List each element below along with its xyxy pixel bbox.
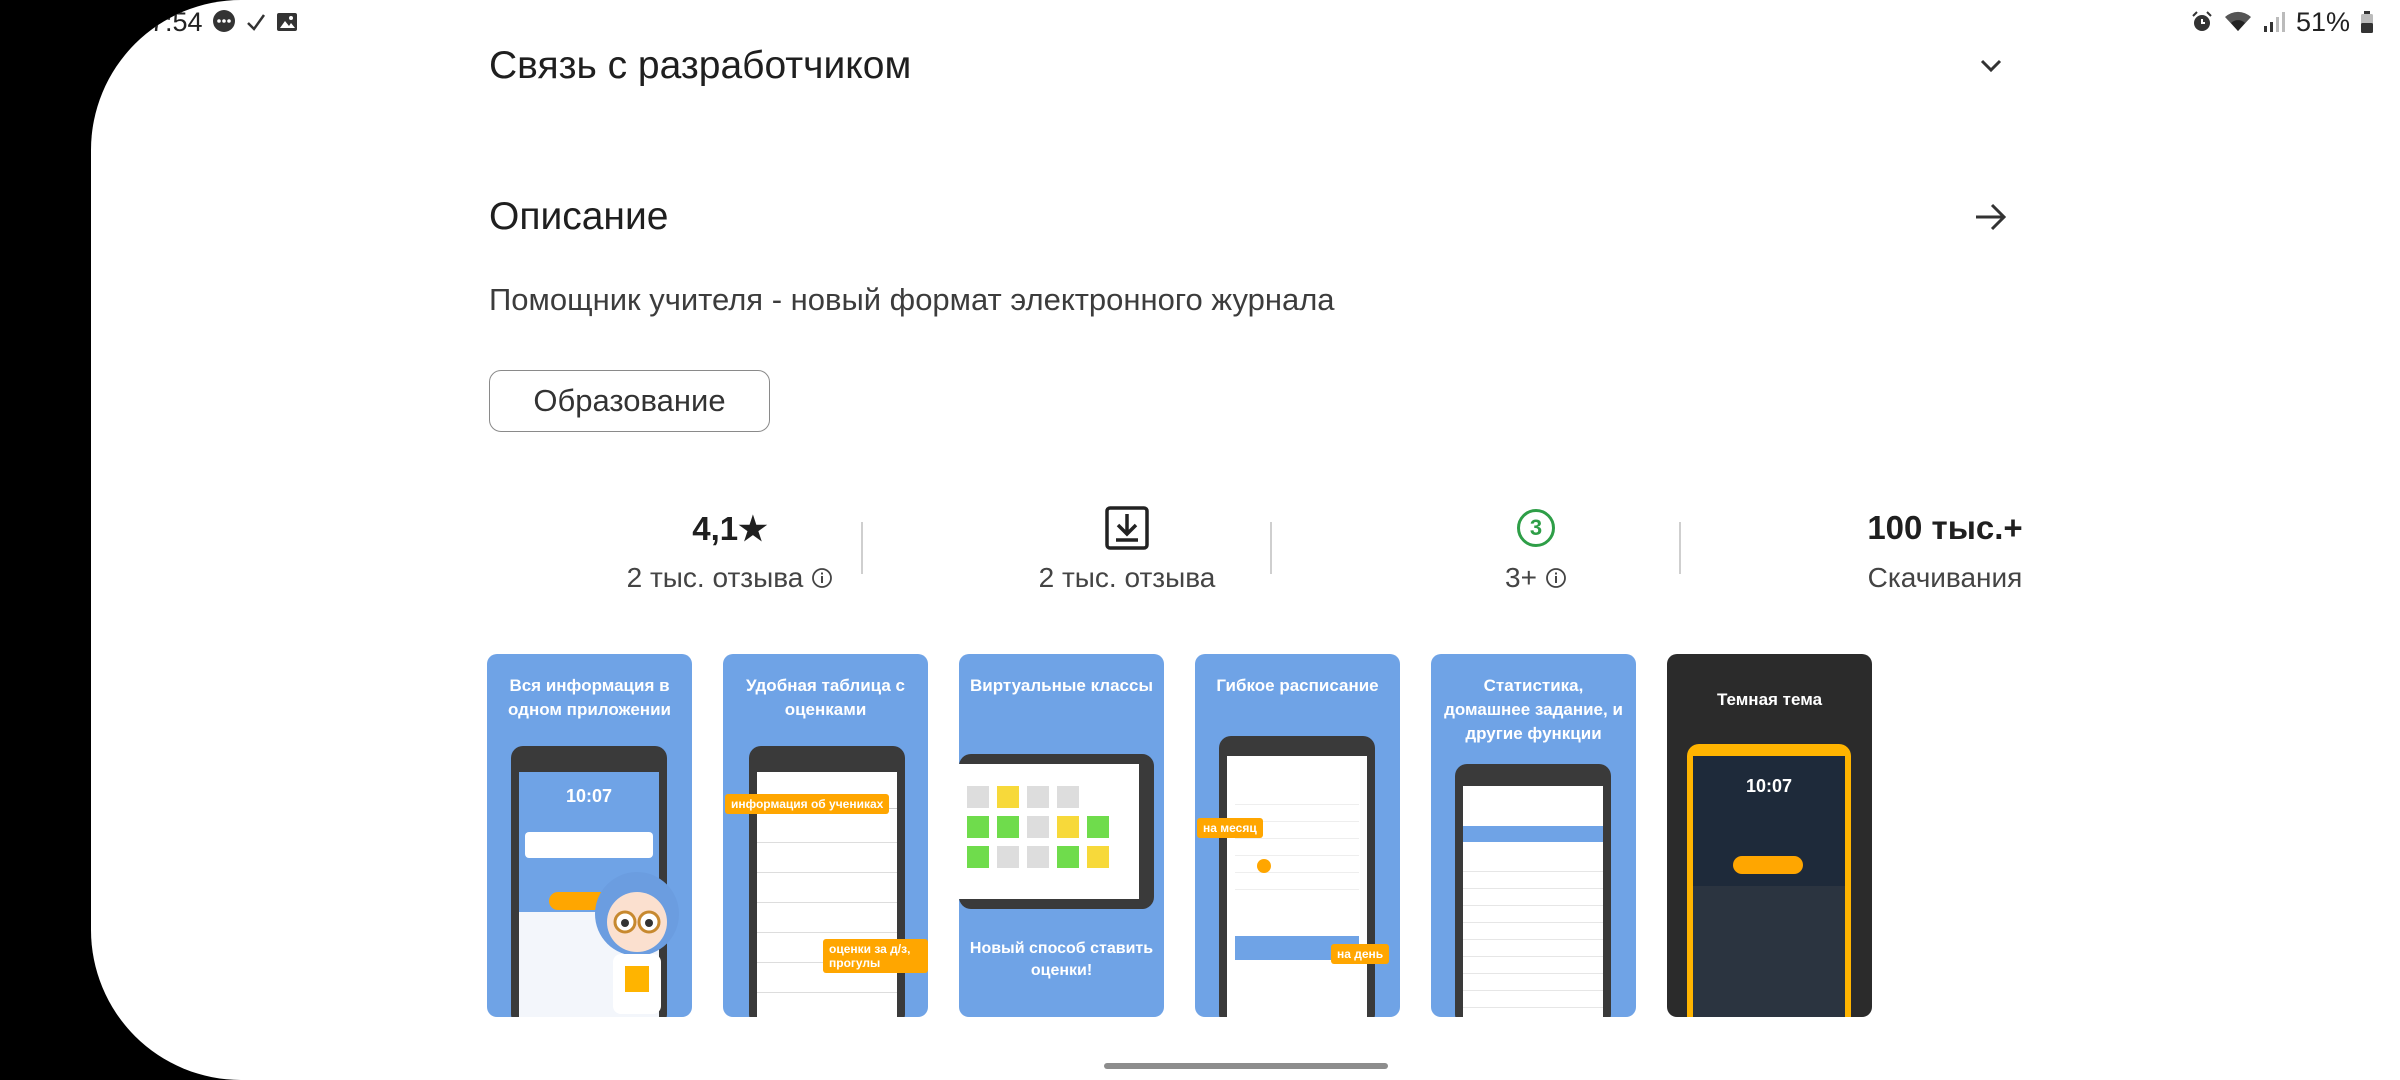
download-icon [1104,505,1150,551]
description-text: Помощник учителя - новый формат электрон… [489,282,1335,317]
feature-tag: на месяц [1197,818,1263,838]
phone-frame [1219,736,1375,1017]
app-screenshot[interactable]: Статистика, домашнее задание, и другие ф… [1431,654,1636,1017]
phone-frame: 10:07 [1687,744,1851,1017]
chevron-down-icon[interactable] [1971,46,2011,86]
screenshot-caption: Темная тема [1716,690,1823,709]
alarm-icon [2190,10,2214,34]
check-icon [245,11,267,33]
reviews-count: 2 тыс. отзыва [1038,562,1216,593]
phone-screen: 10:07 [1693,756,1845,1017]
phone-screen [1227,756,1367,1017]
stat-divider [1679,522,1681,574]
screenshot-subcaption: Новый способ ставить оценки! [969,940,1154,979]
screenshot-time: 10:07 [1745,776,1793,796]
screenshot-caption: Вся информация в одном приложении [508,676,671,719]
screenshot-caption: Удобная таблица с оценками [746,676,905,719]
screenshot-caption: Гибкое расписание [1216,676,1379,695]
battery-icon [2360,10,2374,34]
description-title[interactable]: Описание [489,195,668,239]
status-time: 17:54 [135,6,203,37]
status-bar-right: 51% [2190,6,2374,37]
message-icon [211,9,237,35]
status-bar-left: 17:54 [135,6,299,37]
app-screenshot[interactable]: Вся информация в одном приложении 10:07 [487,654,692,1017]
app-screenshot[interactable]: Темная тема 10:07 [1667,654,1872,1017]
downloads-label: Скачивания [1867,562,2023,593]
age-rating-label: 3+ [1505,562,1537,593]
info-icon[interactable] [1545,567,1567,589]
stat-divider [1270,522,1272,574]
stat-reviews[interactable]: 2 тыс. отзыва [977,500,1277,594]
tablet-screen [959,764,1139,899]
rating-value: 4,1★ [692,509,768,547]
phone-frame [1455,764,1611,1017]
wifi-icon [2224,10,2252,34]
screenshot-time: 10:07 [565,786,613,806]
tablet-frame [959,754,1154,909]
phone-frame [749,746,905,1017]
info-icon[interactable] [811,567,833,589]
battery-percent: 51% [2295,6,2350,37]
gesture-navigation-bar[interactable] [1104,1063,1388,1069]
signal-icon [2262,10,2286,34]
stat-rating[interactable]: 4,1★ 2 тыс. отзыва [580,500,880,594]
stat-divider [861,522,863,574]
feature-tag: оценки за д/з, прогулы [823,939,928,973]
app-screenshot[interactable]: Гибкое расписание на месяц на день [1195,654,1400,1017]
app-screenshot[interactable]: Удобная таблица с оценками информация об… [723,654,928,1017]
age-rating-badge: 3 [1517,509,1555,547]
category-chip[interactable]: Образование [489,370,770,432]
feature-tag: на день [1331,944,1390,964]
phone-screen [1463,786,1603,1017]
stat-downloads[interactable]: 100 тыс.+ Скачивания [1795,500,2095,594]
screenshot-caption: Виртуальные классы [970,676,1153,695]
screenshot-caption: Статистика, домашнее задание, и другие ф… [1444,676,1623,743]
downloads-value: 100 тыс.+ [1867,509,2023,546]
app-screenshot[interactable]: Виртуальные классы Новый способ ставить … [959,654,1164,1017]
rating-reviews: 2 тыс. отзыва [626,562,804,593]
feature-tag: информация об учениках [725,794,890,814]
stat-age-rating[interactable]: 3 3+ [1386,500,1686,594]
developer-contact-title[interactable]: Связь с разработчиком [489,44,911,88]
app-screen: 17:54 51% Связь с разработчиком Описание [91,0,2400,1080]
arrow-right-icon[interactable] [1971,197,2011,237]
character-icon [587,854,687,1017]
image-icon [275,10,299,34]
